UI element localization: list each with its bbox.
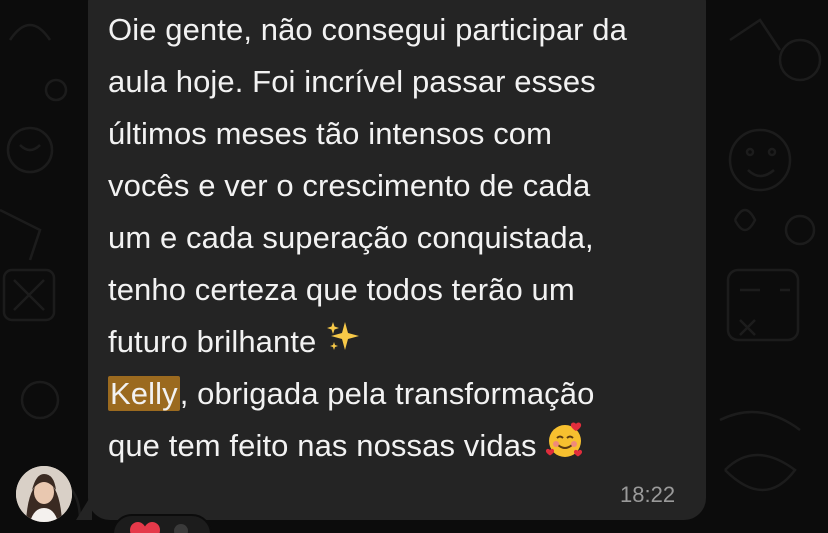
message-text: Oie gente, não consegui participar da au… [108, 4, 698, 472]
sparkles-icon [325, 318, 361, 370]
message-line: aula hoje. Foi incrível passar esses [108, 64, 596, 99]
message-line: vocês e ver o crescimento de cada [108, 168, 591, 203]
reaction-pill[interactable] [112, 514, 212, 533]
message-line: últimos meses tão intensos com [108, 116, 553, 151]
message-line-text: futuro brilhante [108, 324, 326, 359]
message-bubble-tail [76, 494, 92, 520]
message-line-text: , obrigada pela transformação [179, 376, 595, 411]
reaction-count-dot [174, 524, 188, 533]
heart-icon [128, 522, 162, 533]
message-line: um e cada superação conquistada, [108, 220, 594, 255]
avatar[interactable] [16, 466, 72, 522]
smiling-face-with-hearts-icon [545, 420, 585, 476]
message-line: Kelly, obrigada pela transformação [108, 368, 698, 420]
mention-kelly[interactable]: Kelly [108, 376, 180, 411]
chat-background: Oie gente, não consegui participar da au… [0, 0, 828, 533]
message-line: Oie gente, não consegui participar da [108, 12, 627, 47]
message-line: futuro brilhante [108, 316, 698, 368]
message-line-text: que tem feito nas nossas vidas [108, 428, 546, 464]
message-timestamp: 18:22 [620, 482, 676, 507]
message-line: tenho certeza que todos terão um [108, 272, 575, 307]
message-line: que tem feito nas nossas vidas [108, 420, 698, 472]
